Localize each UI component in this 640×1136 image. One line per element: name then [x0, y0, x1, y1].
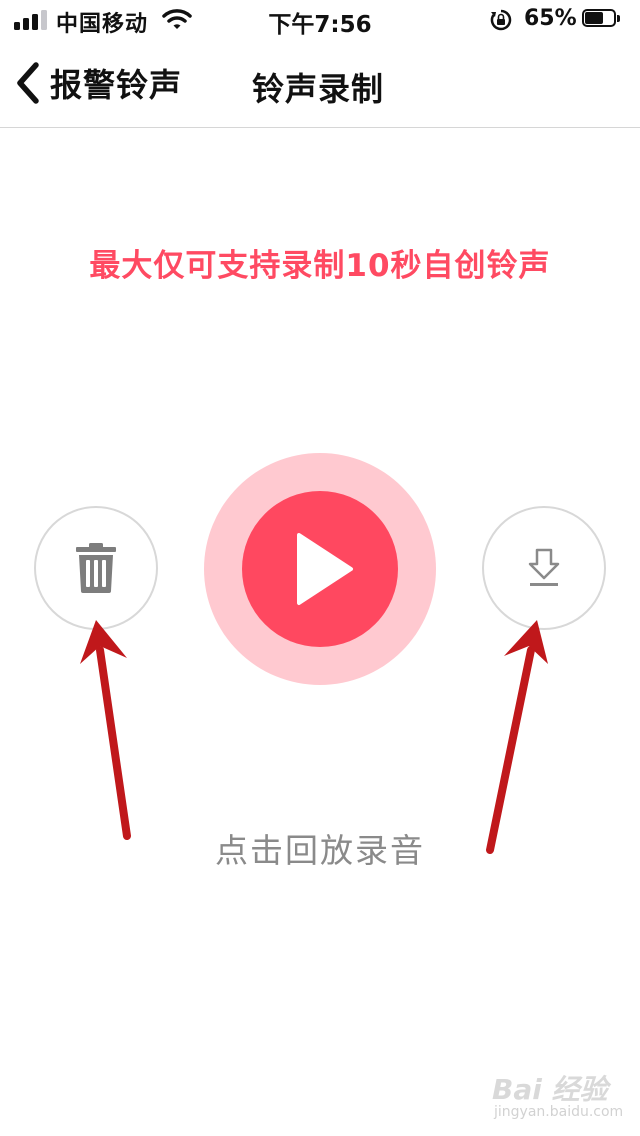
download-icon [528, 548, 560, 586]
annotation-arrow-right [486, 620, 548, 854]
battery-icon [582, 9, 622, 29]
delete-recording-button[interactable] [34, 506, 158, 630]
back-label: 报警铃声 [50, 66, 183, 104]
trash-icon [76, 543, 116, 593]
play-recording-button[interactable] [204, 453, 436, 685]
playback-label: 点击回放录音 [215, 831, 425, 870]
recording-limit-hint: 最大仅可支持录制10秒自创铃声 [89, 248, 551, 284]
watermark-url: jingyan.baidu.com [494, 1104, 624, 1120]
chevron-left-icon [17, 62, 39, 104]
save-recording-button[interactable] [482, 506, 606, 630]
page-title: 铃声录制 [252, 70, 385, 108]
navigation-bar: 报警铃声 铃声录制 [0, 40, 640, 128]
annotation-arrow-left [80, 620, 131, 840]
baidu-jingyan-watermark: Bai 经验 jingyan.baidu.com [492, 1064, 632, 1128]
watermark-brand: Bai 经验 [492, 1073, 608, 1106]
rotation-lock-icon [490, 9, 512, 35]
play-icon [297, 533, 353, 605]
back-button[interactable]: 报警铃声 [14, 58, 182, 108]
battery-percent: 65% [524, 6, 577, 31]
battery-level-fill [585, 12, 603, 24]
status-bar: 中国移动 下午7:56 65% [0, 0, 640, 40]
play-button-core [242, 491, 398, 647]
